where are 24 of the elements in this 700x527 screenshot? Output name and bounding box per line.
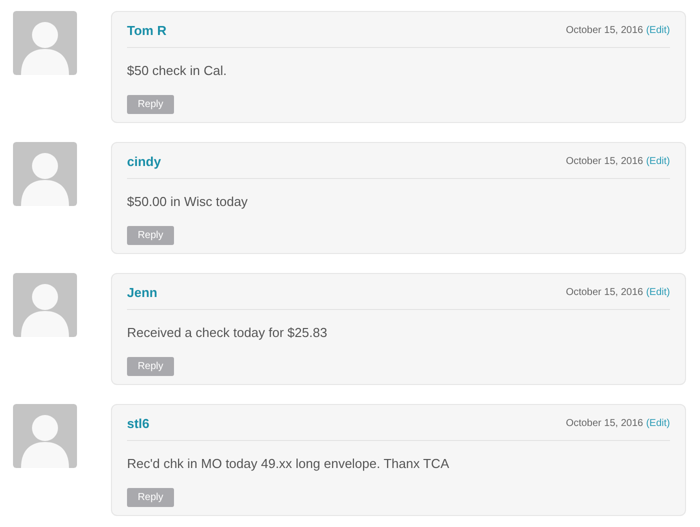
- comment-date: October 15, 2016: [566, 417, 644, 432]
- avatar-icon: [13, 273, 77, 337]
- reply-button[interactable]: Reply: [127, 226, 174, 244]
- edit-link[interactable]: (Edit): [646, 23, 670, 38]
- comment-date: October 15, 2016: [566, 286, 644, 300]
- reply-button[interactable]: Reply: [127, 488, 174, 506]
- reply-button[interactable]: Reply: [127, 356, 174, 376]
- comment-text: $50 check in Cal.: [127, 62, 228, 78]
- comment-text: Received a check today for $25.83: [127, 324, 328, 340]
- comment-date: October 15, 2016: [566, 155, 644, 170]
- avatar-icon: [13, 11, 77, 75]
- comment-text: Rec'd chk in MO today 49.xx long envelope. Thanx TCA: [127, 456, 450, 472]
- reply-button[interactable]: Reply: [127, 94, 174, 114]
- comment-text: $50.00 in Wisc today: [127, 194, 249, 210]
- avatar-icon: [13, 142, 77, 206]
- edit-link[interactable]: (Edit): [646, 416, 670, 432]
- edit-link[interactable]: (Edit): [646, 285, 670, 300]
- edit-link[interactable]: (Edit): [646, 154, 670, 170]
- comment-date: October 15, 2016: [566, 24, 644, 38]
- comment-author[interactable]: Jenn: [127, 283, 158, 302]
- avatar-icon: [13, 404, 77, 468]
- comment-author[interactable]: stl6: [127, 414, 150, 434]
- comment-author[interactable]: Tom R: [127, 21, 166, 40]
- comment-author[interactable]: cindy: [127, 152, 161, 172]
